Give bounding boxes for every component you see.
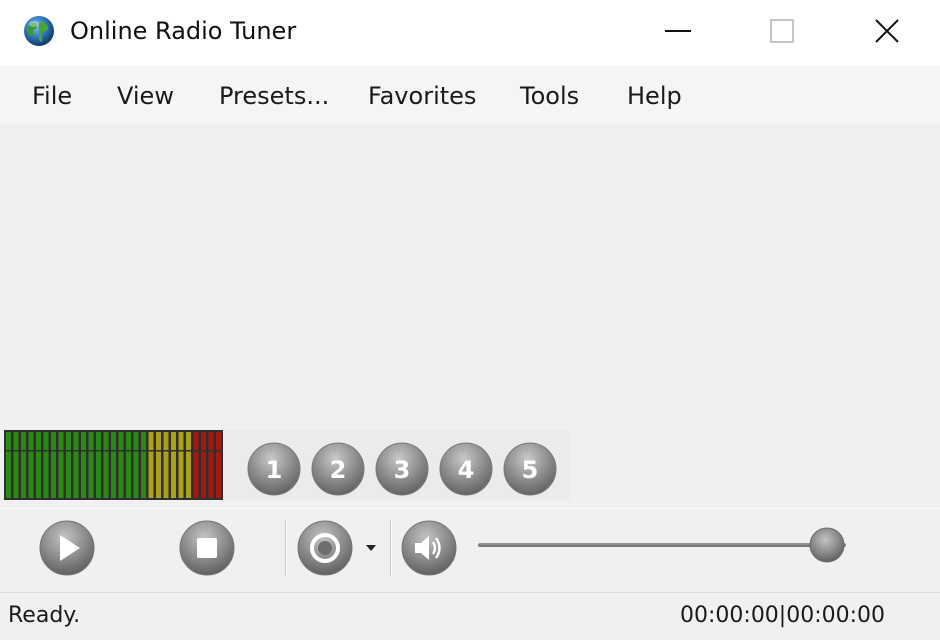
preset-3-button[interactable]: 3 — [374, 441, 430, 497]
status-bar: Ready. 00:00:00|00:00:00 — [0, 592, 940, 640]
vu-preset-panel: 1 2 3 4 5 — [4, 430, 570, 500]
close-button[interactable] — [842, 0, 932, 62]
menu-view[interactable]: View — [117, 82, 174, 110]
vu-bar — [208, 432, 214, 498]
vu-meter — [4, 430, 223, 500]
mute-button[interactable] — [400, 519, 458, 577]
divider — [285, 519, 287, 577]
vu-bar — [13, 432, 19, 498]
title-bar: Online Radio Tuner — [0, 0, 940, 66]
menu-file[interactable]: File — [32, 82, 72, 110]
vu-bar — [81, 432, 86, 498]
vu-bar — [133, 432, 139, 498]
menu-presets[interactable]: Presets... — [219, 82, 329, 110]
transport-bar — [0, 508, 940, 587]
menu-help[interactable]: Help — [627, 82, 682, 110]
record-options-button[interactable] — [364, 543, 378, 553]
vu-bar — [51, 432, 56, 498]
vu-bar — [201, 432, 206, 498]
maximize-icon — [770, 19, 794, 43]
vu-bar — [178, 432, 184, 498]
vu-bar — [21, 432, 26, 498]
maximize-button[interactable] — [737, 0, 827, 62]
vu-bar — [73, 432, 79, 498]
minimize-button[interactable] — [633, 0, 723, 62]
vu-bar — [58, 432, 64, 498]
vu-bar — [6, 432, 11, 498]
preset-4-button[interactable]: 4 — [438, 441, 494, 497]
preset-5-label: 5 — [522, 456, 539, 484]
stop-button[interactable] — [178, 519, 236, 577]
vu-bar — [103, 432, 109, 498]
window-title: Online Radio Tuner — [70, 17, 297, 45]
preset-4-label: 4 — [458, 456, 475, 484]
stop-icon — [197, 538, 217, 558]
time-readout: 00:00:00|00:00:00 — [680, 603, 886, 628]
preset-2-button[interactable]: 2 — [310, 441, 366, 497]
menu-bar: File View Presets... Favorites Tools Hel… — [0, 66, 940, 124]
globe-icon — [24, 16, 54, 46]
status-text: Ready. — [8, 603, 81, 628]
vu-bar — [216, 432, 221, 498]
preset-1-button[interactable]: 1 — [246, 441, 302, 497]
vu-bar — [156, 432, 161, 498]
vu-bar — [66, 432, 71, 498]
vu-bar — [148, 432, 154, 498]
vu-bar — [171, 432, 176, 498]
vu-bar — [96, 432, 101, 498]
menu-tools[interactable]: Tools — [520, 82, 579, 110]
vu-bar — [186, 432, 191, 498]
vu-bar — [118, 432, 124, 498]
vu-bar — [141, 432, 146, 498]
vu-bar — [88, 432, 94, 498]
preset-2-label: 2 — [330, 456, 347, 484]
station-display-area — [0, 124, 940, 430]
vu-bar — [36, 432, 41, 498]
preset-3-label: 3 — [394, 456, 411, 484]
vu-bar — [163, 432, 169, 498]
minimize-icon — [665, 30, 691, 32]
volume-slider-track[interactable] — [478, 543, 846, 547]
record-button[interactable] — [296, 519, 354, 577]
preset-5-button[interactable]: 5 — [502, 441, 558, 497]
vu-bar — [43, 432, 49, 498]
divider — [390, 519, 392, 577]
preset-1-label: 1 — [266, 456, 283, 484]
vu-bar — [193, 432, 199, 498]
dropdown-arrow-icon — [366, 545, 376, 551]
play-button[interactable] — [38, 519, 96, 577]
vu-bar — [126, 432, 131, 498]
menu-favorites[interactable]: Favorites — [368, 82, 476, 110]
vu-bar — [111, 432, 116, 498]
volume-slider-thumb[interactable] — [808, 526, 846, 564]
close-icon — [875, 19, 899, 43]
vu-segment-line — [4, 450, 223, 452]
vu-bar — [28, 432, 34, 498]
